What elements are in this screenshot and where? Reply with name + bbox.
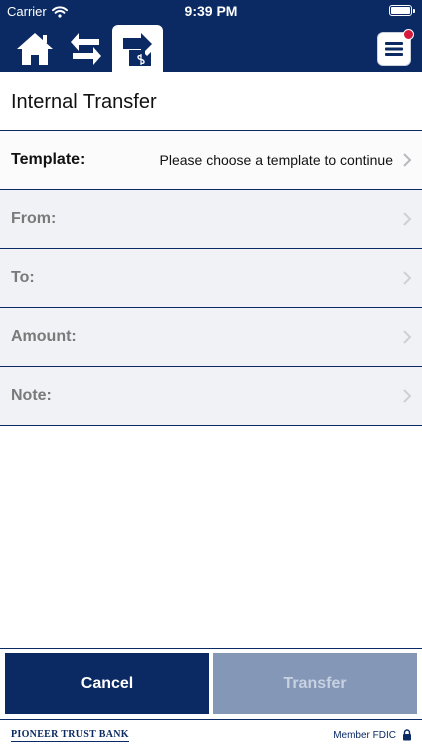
chevron-right-icon (403, 389, 412, 403)
home-nav-button[interactable] (13, 27, 57, 71)
transfer-button[interactable]: Transfer (213, 653, 417, 714)
hamburger-menu-icon (385, 42, 403, 56)
page-header: Internal Transfer (0, 72, 422, 131)
note-row[interactable]: Note: (0, 367, 422, 426)
lock-icon (403, 729, 411, 741)
bill-pay-icon (122, 32, 152, 66)
from-row[interactable]: From: (0, 190, 422, 249)
from-label: From: (11, 210, 57, 227)
footer: PIONEER TRUST BANK Member FDIC (0, 719, 422, 750)
note-label: Note: (11, 387, 52, 404)
chevron-right-icon (403, 271, 412, 285)
fdic-label: Member FDIC (333, 730, 396, 741)
status-time: 9:39 PM (184, 3, 238, 19)
template-row[interactable]: Template: Please choose a template to co… (0, 131, 422, 190)
menu-button[interactable] (377, 29, 414, 66)
to-row[interactable]: To: (0, 249, 422, 308)
bank-logo: PIONEER TRUST BANK (11, 729, 129, 742)
amount-label: Amount: (11, 328, 77, 345)
transfer-arrows-icon (71, 33, 101, 65)
chevron-right-icon (403, 330, 412, 344)
home-icon (17, 33, 53, 65)
bill-pay-nav-button[interactable] (112, 25, 163, 72)
template-label: Template: (11, 151, 86, 168)
page-title: Internal Transfer (11, 91, 157, 113)
cancel-button[interactable]: Cancel (5, 653, 209, 714)
top-nav-bar: Carrier 9:39 PM (0, 0, 422, 72)
amount-row[interactable]: Amount: (0, 308, 422, 367)
transfers-nav-button[interactable] (64, 27, 108, 71)
chevron-right-icon (403, 153, 412, 167)
template-value: Please choose a template to continue (159, 152, 394, 168)
battery-icon (389, 5, 415, 16)
to-label: To: (11, 269, 35, 286)
notification-badge (403, 29, 414, 40)
chevron-right-icon (403, 212, 412, 226)
divider (0, 648, 422, 649)
status-bar: Carrier 9:39 PM (0, 0, 422, 22)
